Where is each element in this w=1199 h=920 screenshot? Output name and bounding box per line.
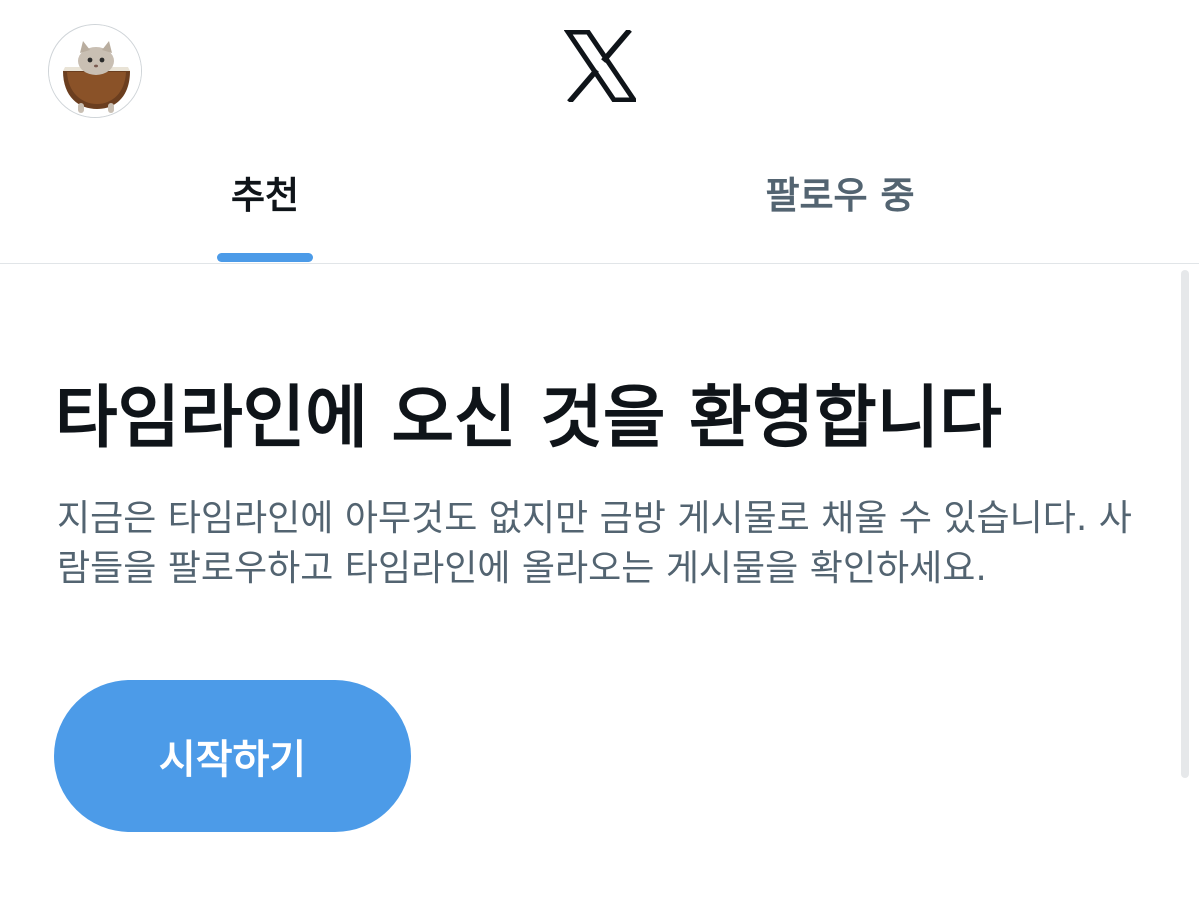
tab-following[interactable]: 팔로우 중 [580,140,1100,263]
top-header [0,0,1199,140]
scrollbar[interactable] [1181,270,1189,778]
profile-avatar[interactable] [48,24,142,118]
welcome-description: 지금은 타임라인에 아무것도 없지만 금방 게시물로 채울 수 있습니다. 사람… [57,498,1132,589]
active-tab-indicator [217,253,313,262]
timeline-tabs: 추천 팔로우 중 [0,140,1199,264]
tab-recommended-label: 추천 [230,174,300,217]
tab-following-label: 팔로우 중 [765,174,915,217]
x-logo-icon[interactable] [564,30,636,102]
welcome-headline: 타임라인에 오신 것을 환영합니다 [55,379,1002,458]
coconut-profile-image [49,25,141,117]
tab-recommended[interactable]: 추천 [5,140,525,263]
start-button[interactable]: 시작하기 [54,680,411,832]
